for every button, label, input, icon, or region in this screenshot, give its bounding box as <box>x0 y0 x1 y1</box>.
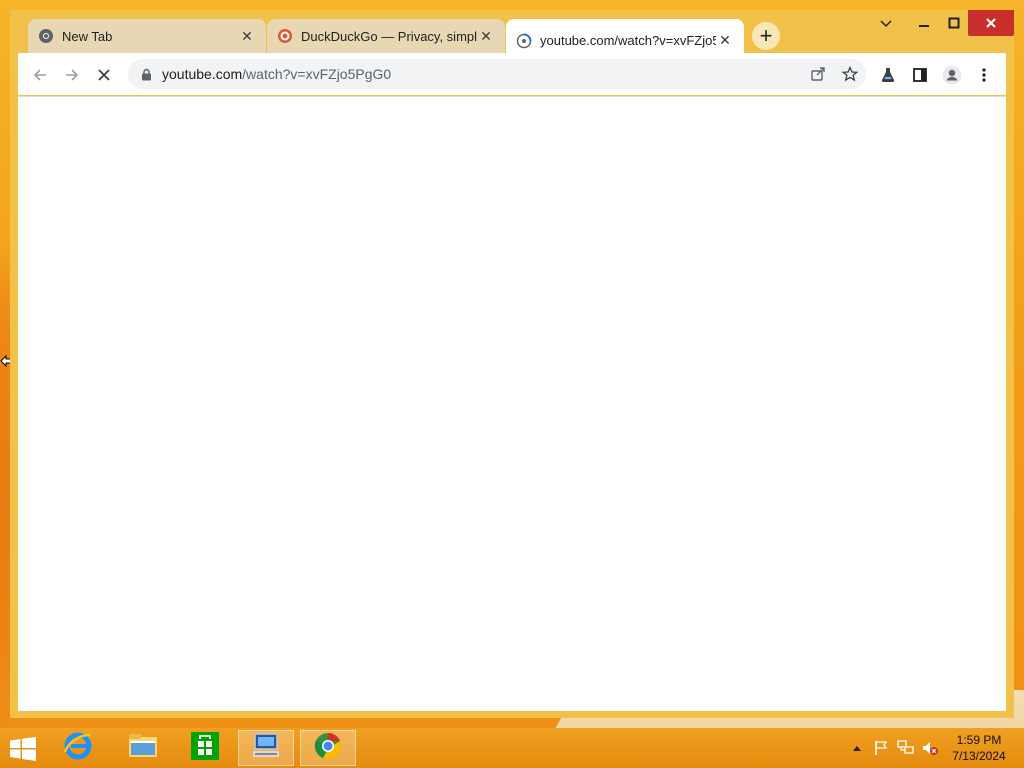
lock-icon[interactable] <box>140 67 152 81</box>
tab-title: DuckDuckGo — Privacy, simplified. <box>301 28 477 44</box>
taskbar-file-explorer[interactable] <box>115 730 171 766</box>
windows-store-icon <box>190 731 220 766</box>
system-clock[interactable]: 1:59 PM 7/13/2024 <box>944 732 1014 764</box>
url-path: /watch?v=xvFZjo5PgG0 <box>242 66 392 82</box>
side-panel-icon[interactable] <box>906 61 934 89</box>
action-center-flag-icon[interactable] <box>871 728 891 768</box>
taskbar-internet-explorer[interactable] <box>50 730 106 766</box>
stop-loading-button[interactable] <box>90 61 118 89</box>
tab-close-icon[interactable]: ✕ <box>477 27 495 45</box>
internet-explorer-icon <box>62 730 94 767</box>
address-bar[interactable]: youtube.com/watch?v=xvFZjo5PgG0 <box>128 59 866 89</box>
share-icon[interactable] <box>804 60 832 88</box>
tab-close-icon[interactable]: ✕ <box>238 27 256 45</box>
close-window-button[interactable] <box>968 10 1014 36</box>
maximize-button[interactable] <box>940 10 968 36</box>
profile-avatar-icon[interactable] <box>938 61 966 89</box>
minimize-button[interactable] <box>910 10 938 36</box>
browser-toolbar: youtube.com/watch?v=xvFZjo5PgG0 <box>18 53 1006 95</box>
taskbar: 1:59 PM 7/13/2024 <box>0 728 1024 768</box>
tab-duckduckgo[interactable]: DuckDuckGo — Privacy, simplified. ✕ <box>267 19 505 53</box>
chrome-browser-icon <box>313 731 343 766</box>
bookmark-star-icon[interactable] <box>836 60 864 88</box>
menu-kebab-icon[interactable] <box>970 61 998 89</box>
clock-date: 7/13/2024 <box>952 749 1006 763</box>
computer-icon <box>250 731 282 766</box>
browser-frame: New Tab ✕ DuckDuckGo — Privacy, simplifi… <box>18 10 1014 711</box>
taskbar-chrome[interactable] <box>300 730 356 766</box>
taskbar-remote-desktop[interactable] <box>238 730 294 766</box>
back-button[interactable] <box>26 61 54 89</box>
clock-time: 1:59 PM <box>956 733 1002 747</box>
labs-flask-icon[interactable] <box>874 61 902 89</box>
forward-button[interactable] <box>58 61 86 89</box>
volume-muted-icon[interactable] <box>919 728 941 768</box>
tab-search-chevron-icon[interactable] <box>874 10 898 36</box>
tab-new-tab[interactable]: New Tab ✕ <box>28 19 266 53</box>
tab-title: youtube.com/watch?v=xvFZjo5PgG0 <box>540 33 716 48</box>
network-icon[interactable] <box>895 728 917 768</box>
tab-close-icon[interactable]: ✕ <box>716 32 734 50</box>
new-tab-button[interactable]: + <box>752 22 780 50</box>
url-host: youtube.com <box>162 66 243 82</box>
duckduckgo-icon <box>277 28 293 44</box>
loading-globe-icon <box>516 33 532 49</box>
page-content-blank[interactable] <box>18 96 1006 711</box>
file-explorer-folder-icon <box>127 731 159 766</box>
chrome-icon <box>38 28 54 44</box>
tab-title: New Tab <box>62 28 113 44</box>
address-url: youtube.com/watch?v=xvFZjo5PgG0 <box>162 66 391 82</box>
taskbar-store[interactable] <box>177 730 233 766</box>
show-hidden-icons-button[interactable] <box>849 728 865 768</box>
browser-window: New Tab ✕ DuckDuckGo — Privacy, simplifi… <box>10 10 1014 718</box>
start-button[interactable] <box>6 734 40 764</box>
